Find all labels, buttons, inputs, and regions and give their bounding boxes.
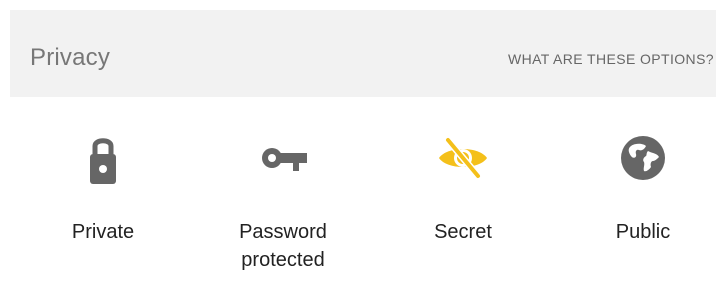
privacy-header: Privacy WHAT ARE THESE OPTIONS? (10, 10, 716, 97)
privacy-options-help-link[interactable]: WHAT ARE THESE OPTIONS? (508, 50, 714, 68)
privacy-title: Privacy (30, 44, 111, 71)
lock-icon (73, 128, 133, 188)
privacy-option-secret[interactable]: Secret (383, 128, 543, 246)
privacy-option-label: Password protected (239, 221, 327, 271)
globe-icon (613, 128, 673, 188)
key-icon (253, 128, 313, 188)
privacy-option-label: Public (615, 221, 671, 243)
privacy-panel: Privacy WHAT ARE THESE OPTIONS? Private … (0, 0, 716, 300)
privacy-option-private[interactable]: Private (23, 128, 183, 246)
privacy-option-public[interactable]: Public (563, 128, 716, 246)
eye-off-icon (433, 128, 493, 188)
privacy-option-label: Secret (434, 221, 492, 243)
privacy-option-password-protected[interactable]: Password protected (203, 128, 363, 274)
privacy-option-label: Private (71, 221, 135, 243)
